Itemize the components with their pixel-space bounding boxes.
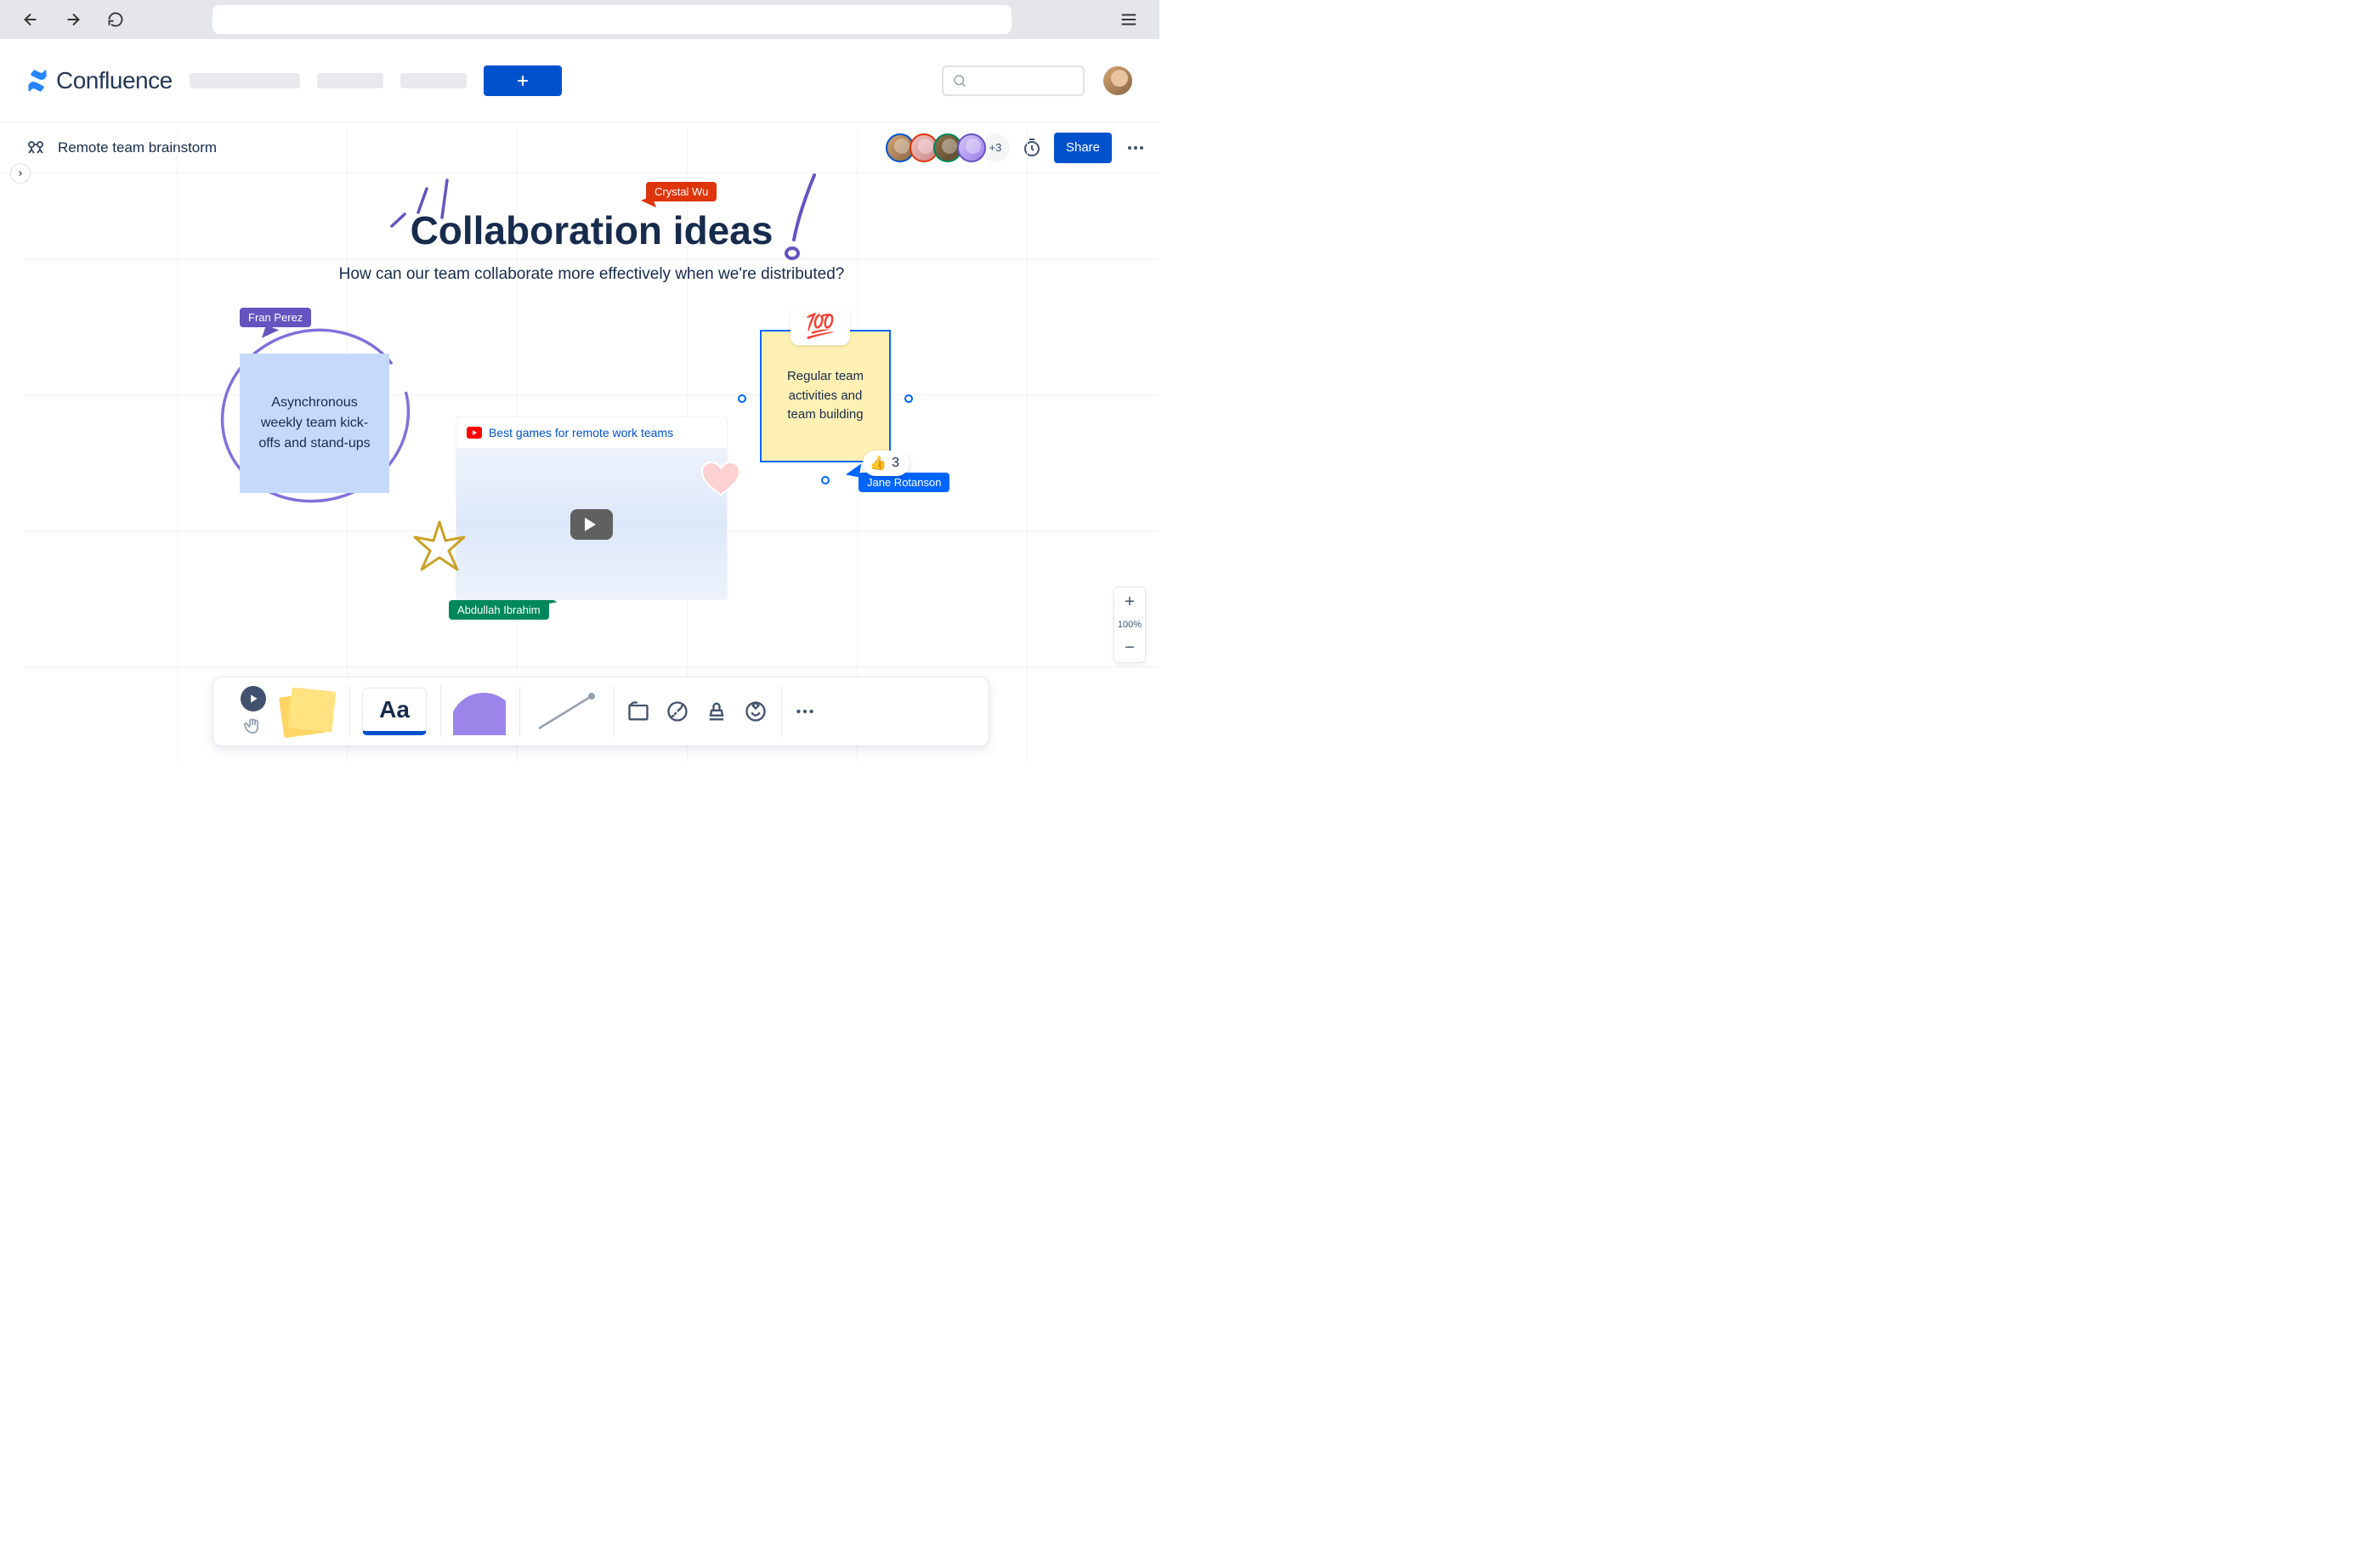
profile-avatar[interactable] [1102,65,1134,97]
sticky-note-yellow[interactable]: Regular team activities and team buildin… [760,330,891,462]
search-input[interactable] [942,65,1085,96]
browser-url-bar[interactable] [212,5,1012,34]
zoom-in-button[interactable]: + [1114,587,1145,616]
top-nav: Confluence [0,39,1159,122]
browser-menu-button[interactable] [1115,6,1142,33]
collaborator-cursor-tag: Abdullah Ibrahim [449,600,549,620]
board-subtitle[interactable]: How can our team collaborate more effect… [339,265,845,284]
confluence-logo[interactable]: Confluence [26,67,173,94]
hand-tool[interactable] [243,717,264,737]
exclamation-decoration [782,170,824,264]
sticky-note-yellow-selected[interactable]: 💯 Regular team activities and team build… [760,330,891,462]
nav-placeholder [400,73,467,88]
nav-placeholder [317,73,383,88]
whiteboard-toolbar: Aa [212,677,989,746]
video-thumbnail[interactable] [456,448,727,600]
stamp-tool-icon[interactable] [705,700,728,723]
thumbs-up-icon: 👍 [870,455,887,472]
browser-chrome [0,0,1159,39]
video-embed[interactable]: Best games for remote work teams [456,416,728,600]
zoom-controls: + 100% − [1114,586,1146,663]
play-icon [247,693,259,705]
play-button[interactable] [570,509,613,540]
more-tools-icon[interactable] [794,700,816,722]
browser-forward-button[interactable] [60,6,87,33]
zoom-out-button[interactable]: − [1114,633,1145,662]
nav-placeholder [190,73,300,88]
hundred-sticker[interactable]: 💯 [790,306,850,345]
video-header: Best games for remote work teams [456,417,727,448]
line-tool[interactable] [532,688,600,735]
selection-handle[interactable] [738,394,746,403]
selection-handle[interactable] [904,394,913,403]
zoom-level[interactable]: 100% [1118,616,1142,633]
expand-sidebar-button[interactable] [10,163,31,184]
video-title: Best games for remote work teams [489,426,673,439]
youtube-icon [467,427,482,439]
browser-reload-button[interactable] [102,6,129,33]
chevron-right-icon [16,169,25,178]
sticky-note-blue[interactable]: Asynchronous weekly team kick-offs and s… [240,354,389,493]
browser-back-button[interactable] [17,6,44,33]
star-decoration [410,517,469,576]
search-icon [952,73,967,88]
confluence-icon [26,69,49,93]
reaction-badge[interactable]: 👍 3 [863,450,910,476]
collaborator-cursor-tag: Fran Perez [240,308,311,327]
pointer-tool[interactable] [241,686,266,711]
whiteboard-canvas[interactable]: Collaboration ideas How can our team col… [24,128,1159,762]
shape-tool[interactable] [453,688,506,735]
line-icon [532,688,600,735]
selection-handle[interactable] [821,476,830,484]
sticker-tool-icon[interactable] [744,700,768,723]
smart-section-icon[interactable] [666,700,689,723]
board-title[interactable]: Collaboration ideas [411,207,774,253]
heart-sticker[interactable] [700,461,741,498]
confluence-wordmark: Confluence [56,67,173,94]
collaborator-cursor-tag: Crystal Wu [646,182,717,201]
text-tool[interactable]: Aa [362,688,427,735]
create-button[interactable] [484,65,562,96]
reaction-count: 3 [892,456,899,471]
section-tool-icon[interactable] [626,700,650,723]
plus-icon [514,72,531,89]
sticky-note-tool[interactable] [281,688,336,735]
